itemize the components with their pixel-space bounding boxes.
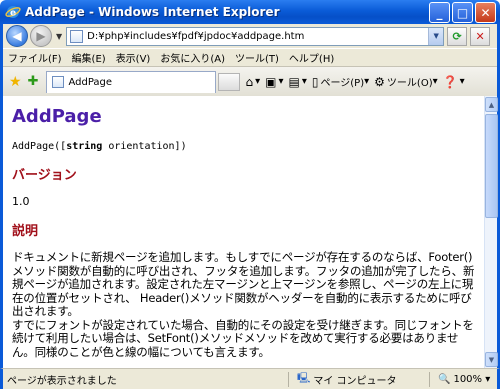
print-icon: ▤: [288, 74, 300, 89]
tab-addpage[interactable]: AddPage: [46, 70, 217, 93]
close-button[interactable]: ✕: [475, 2, 496, 23]
new-tab-button[interactable]: [218, 72, 241, 91]
scroll-up-button[interactable]: ▲: [485, 97, 498, 112]
home-button[interactable]: ⌂ ▾: [245, 75, 260, 89]
zoom-level: 100%: [453, 373, 483, 385]
page-menu-icon: ▯: [311, 74, 319, 89]
zoom-control[interactable]: 🔍 100% ▾: [430, 374, 490, 385]
zoom-icon: 🔍: [438, 373, 451, 385]
signature-type: string: [66, 141, 103, 152]
home-icon: ⌂: [245, 74, 254, 89]
help-icon: ❓: [442, 74, 458, 89]
help-button[interactable]: ❓ ▾: [443, 75, 465, 89]
function-signature: AddPage([string orientation]): [12, 141, 476, 152]
address-dropdown-icon[interactable]: ▼: [428, 27, 444, 45]
gear-icon: ⚙: [374, 74, 385, 89]
menu-help[interactable]: ヘルプ(H): [284, 50, 339, 65]
status-bar: ページが表示されました 🖳 マイ コンピュータ 🔍 100% ▾: [0, 368, 500, 389]
version-value: 1.0: [12, 195, 30, 208]
status-text: ページが表示されました: [7, 375, 117, 387]
page-heading: AddPage: [12, 106, 102, 127]
forward-button[interactable]: ▶: [30, 25, 52, 47]
page-content: AddPage AddPage([string orientation]) バー…: [0, 96, 484, 368]
refresh-button[interactable]: ⟳: [447, 26, 468, 46]
page-icon: [70, 29, 84, 43]
ie-icon: e: [5, 6, 21, 19]
menu-favorites[interactable]: お気に入り(A): [155, 50, 230, 65]
scroll-thumb[interactable]: [485, 114, 498, 218]
signature-suffix: orientation]): [102, 141, 187, 152]
print-button[interactable]: ▤ ▾: [289, 75, 307, 89]
tab-page-icon: [52, 76, 65, 88]
window-title: AddPage - Windows Internet Explorer: [25, 5, 280, 19]
zone-label: マイ コンピュータ: [313, 375, 397, 387]
rss-icon: ▣: [265, 74, 277, 89]
signature-prefix: AddPage([: [12, 141, 67, 152]
stop-button[interactable]: ✕: [470, 26, 491, 46]
browser-chrome: ◀ ▶ ▼ D:¥php¥includes¥fpdf¥jpdoc¥addpage…: [0, 24, 500, 96]
favorites-star-icon[interactable]: ★: [9, 74, 22, 90]
version-heading: バージョン: [12, 168, 77, 183]
scroll-down-button[interactable]: ▼: [485, 352, 498, 367]
history-dropdown-icon[interactable]: ▼: [56, 32, 62, 41]
security-zone[interactable]: 🖳 マイ コンピュータ: [289, 371, 429, 388]
tab-label: AddPage: [68, 76, 113, 88]
feeds-button[interactable]: ▣ ▾: [265, 75, 283, 89]
address-bar[interactable]: D:¥php¥includes¥fpdf¥jpdoc¥addpage.htm ▼: [66, 26, 445, 46]
back-button[interactable]: ◀: [6, 25, 28, 47]
svg-text:e: e: [10, 9, 16, 19]
menu-edit[interactable]: 編集(E): [67, 50, 111, 65]
description-paragraph-2: すでにフォントが設定されていた場合、自動的にその設定を受け継ぎます。同じフォント…: [12, 317, 474, 359]
tools-menu-label: ツール(O): [386, 78, 433, 89]
menu-view[interactable]: 表示(V): [111, 50, 156, 65]
vertical-scrollbar[interactable]: ▲ ▼: [484, 96, 500, 368]
add-favorites-icon[interactable]: ✚: [28, 74, 39, 89]
address-url[interactable]: D:¥php¥includes¥fpdf¥jpdoc¥addpage.htm: [87, 31, 304, 42]
computer-icon: 🖳: [297, 372, 311, 384]
page-menu-label: ページ(P): [320, 78, 365, 89]
tab-row: ★ ✚ AddPage ⌂ ▾ ▣ ▾ ▤ ▾ ▯ ページ(P) ▾ ⚙ ツール(O) ▾ ❓…: [3, 67, 497, 96]
menu-tools[interactable]: ツール(T): [230, 50, 284, 65]
description-heading: 説明: [12, 224, 39, 239]
page-menu-button[interactable]: ▯ ページ(P) ▾: [311, 74, 369, 90]
description-text: ドキュメントに新規ページを追加します。もしすでにページが存在するのならば、Foo…: [12, 250, 476, 359]
minimize-button[interactable]: _: [429, 2, 450, 23]
address-row: ◀ ▶ ▼ D:¥php¥includes¥fpdf¥jpdoc¥addpage…: [3, 24, 497, 48]
title-bar: e AddPage - Windows Internet Explorer _ …: [0, 0, 500, 24]
menu-file[interactable]: ファイル(F): [3, 50, 67, 65]
tools-menu-button[interactable]: ⚙ ツール(O) ▾: [374, 74, 437, 90]
description-paragraph-1: ドキュメントに新規ページを追加します。もしすでにページが存在するのならば、Foo…: [12, 250, 475, 318]
maximize-button[interactable]: □: [452, 2, 473, 23]
menu-bar: ファイル(F) 編集(E) 表示(V) お気に入り(A) ツール(T) ヘルプ(…: [3, 48, 497, 67]
